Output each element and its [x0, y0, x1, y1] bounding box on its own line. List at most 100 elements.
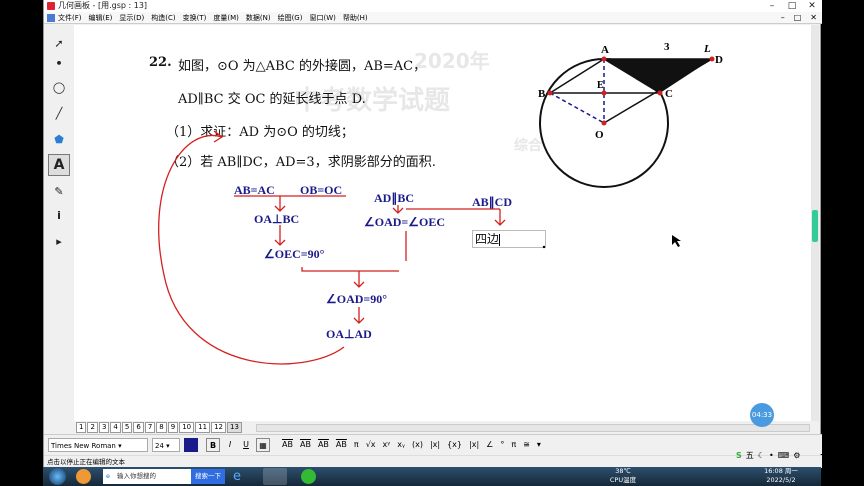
- vertical-scrollbar[interactable]: [811, 25, 819, 421]
- search-button[interactable]: 搜索一下: [191, 469, 225, 484]
- math-symbol-button[interactable]: AB: [300, 438, 311, 452]
- doc-restore-button[interactable]: □: [794, 12, 802, 24]
- ime-mode-icon[interactable]: 五: [746, 450, 754, 461]
- math-symbol-button[interactable]: ∠: [486, 438, 493, 452]
- sketchpad-taskbar-icon[interactable]: [301, 469, 316, 484]
- close-button[interactable]: ✕: [806, 0, 818, 12]
- math-symbol-button[interactable]: AB: [318, 438, 329, 452]
- math-symbol-button[interactable]: {x}: [447, 438, 462, 452]
- text-tool-button[interactable]: A: [48, 154, 70, 176]
- math-symbol-button[interactable]: AB: [282, 438, 293, 452]
- underline-button[interactable]: U: [240, 438, 252, 452]
- browser-e-icon: e: [106, 472, 110, 480]
- cpu-temperature-value: 38℃: [615, 467, 631, 475]
- math-symbol-button[interactable]: |x|: [469, 438, 479, 452]
- title-bar: 几何画板 - [用.gsp : 13] – □ ✕: [44, 0, 822, 12]
- font-family-select[interactable]: Times New Roman ▾: [48, 438, 148, 452]
- marker-tool-button[interactable]: ✎: [48, 180, 70, 202]
- font-size-select[interactable]: 24 ▾: [152, 438, 180, 452]
- math-symbol-button[interactable]: √x: [366, 438, 376, 452]
- menu-item[interactable]: 数据(N): [246, 12, 271, 24]
- page-tab[interactable]: 7: [144, 422, 156, 433]
- recording-timer[interactable]: 04:33: [750, 403, 774, 427]
- menu-item[interactable]: 文件(F): [58, 12, 82, 24]
- settings-icon[interactable]: ⚙: [793, 451, 800, 460]
- font-size-value: 24: [155, 442, 164, 450]
- window-controls: – □ ✕: [766, 0, 818, 12]
- math-symbol-button[interactable]: |x|: [430, 438, 440, 452]
- doc-minimize-button[interactable]: –: [781, 12, 785, 24]
- document-controls: – □ ✕: [781, 12, 817, 24]
- page-tab[interactable]: 2: [87, 422, 98, 433]
- menu-item[interactable]: 帮助(H): [343, 12, 368, 24]
- pinned-app-icon[interactable]: [76, 469, 91, 484]
- math-symbol-button[interactable]: xᵧ: [397, 438, 405, 452]
- symbol-palette-button[interactable]: ▦: [256, 438, 270, 452]
- menu-item[interactable]: 绘图(G): [278, 12, 303, 24]
- marker-icon: ✎: [54, 184, 64, 198]
- taskbar: e 输入你想搜的 搜索一下 e 38℃ CPU温度 16:08 周一 2022/…: [43, 467, 821, 486]
- search-placeholder: 输入你想搜的: [117, 472, 156, 480]
- polygon-tool-button[interactable]: ⬟: [48, 128, 70, 150]
- vertical-scroll-thumb[interactable]: [812, 210, 818, 242]
- ime-tray: S 五 ☾ • ⌨ ⚙: [736, 449, 812, 461]
- horizontal-scrollbar[interactable]: [256, 424, 810, 432]
- screen: 几何画板 - [用.gsp : 13] – □ ✕ 文件(F) 编辑(E) 显示(D…: [0, 0, 864, 486]
- math-symbol-button[interactable]: AB: [336, 438, 347, 452]
- menu-item[interactable]: 变换(T): [183, 12, 207, 24]
- page-tab[interactable]: 6: [133, 422, 144, 433]
- cpu-temperature: 38℃ CPU温度: [588, 467, 658, 486]
- math-symbol-button[interactable]: π: [354, 438, 359, 452]
- page-tab[interactable]: 4: [110, 422, 121, 433]
- menu-item[interactable]: 显示(D): [119, 12, 144, 24]
- ime-logo-icon[interactable]: S: [736, 451, 742, 460]
- maximize-button[interactable]: □: [786, 0, 798, 12]
- page-tab[interactable]: 12: [211, 422, 226, 433]
- line-tool-button[interactable]: ╱: [48, 102, 70, 124]
- menu-item[interactable]: 编辑(E): [89, 12, 113, 24]
- page-tab[interactable]: 11: [195, 422, 211, 433]
- menu-item[interactable]: 窗口(W): [309, 12, 335, 24]
- select-arrow-tool-button[interactable]: ➚: [48, 32, 70, 54]
- info-tool-button[interactable]: i: [48, 204, 70, 226]
- math-symbol-button[interactable]: xʸ: [383, 438, 391, 452]
- italic-button[interactable]: I: [224, 438, 236, 452]
- page-tab[interactable]: 10: [179, 422, 195, 433]
- page-tab[interactable]: 9: [167, 422, 179, 433]
- search-input[interactable]: e 输入你想搜的: [103, 469, 191, 484]
- math-symbol-button[interactable]: ▾: [537, 438, 541, 452]
- page-tab[interactable]: 3: [98, 422, 110, 433]
- sketch-canvas[interactable]: 2020年 中考数学试题 综合 22. 如图，⊙O 为△ABC 的外接圆，AB=…: [74, 25, 812, 421]
- custom-tool-tool-button[interactable]: ▸: [48, 230, 70, 252]
- text-color-button[interactable]: [184, 438, 198, 452]
- point-tool-button[interactable]: •: [48, 52, 70, 74]
- math-symbol-button[interactable]: °: [500, 438, 504, 452]
- keyboard-icon[interactable]: ⌨: [778, 451, 790, 460]
- page-tab[interactable]: 1: [76, 422, 87, 433]
- stray-point[interactable]: [542, 245, 546, 249]
- clock-time: 16:08 周一: [764, 467, 798, 475]
- menu-item[interactable]: 度量(M): [213, 12, 239, 24]
- page-tab[interactable]: 13: [226, 422, 242, 433]
- math-symbol-button[interactable]: (x): [412, 438, 423, 452]
- page-tab[interactable]: 8: [156, 422, 167, 433]
- math-symbol-button[interactable]: π: [511, 438, 516, 452]
- bold-button[interactable]: B: [206, 438, 220, 452]
- doc-close-button[interactable]: ✕: [810, 12, 817, 24]
- folder-taskbar-icon[interactable]: [263, 468, 287, 485]
- menu-item[interactable]: 构造(C): [151, 12, 175, 24]
- math-symbol-button[interactable]: ≅: [523, 438, 530, 452]
- start-button-icon[interactable]: [49, 468, 66, 485]
- moon-icon[interactable]: ☾: [758, 451, 765, 460]
- window-title: 几何画板 - [用.gsp : 13]: [58, 1, 148, 10]
- math-symbol-buttons: AB AB AB AB π √x xʸ xᵧ (x) |x| {x} |x| ∠ ° π ≅ ▾: [282, 438, 541, 452]
- punctuation-icon[interactable]: •: [769, 451, 774, 460]
- minimize-button[interactable]: –: [766, 0, 778, 12]
- ie-taskbar-icon[interactable]: e: [233, 469, 255, 484]
- page-tab[interactable]: 5: [121, 422, 133, 433]
- text-icon: A: [53, 157, 65, 173]
- compass-tool-button[interactable]: ◯: [48, 76, 70, 98]
- clock[interactable]: 16:08 周一 2022/5/2: [749, 467, 813, 486]
- document-icon: [47, 14, 55, 22]
- clock-date: 2022/5/2: [766, 476, 796, 484]
